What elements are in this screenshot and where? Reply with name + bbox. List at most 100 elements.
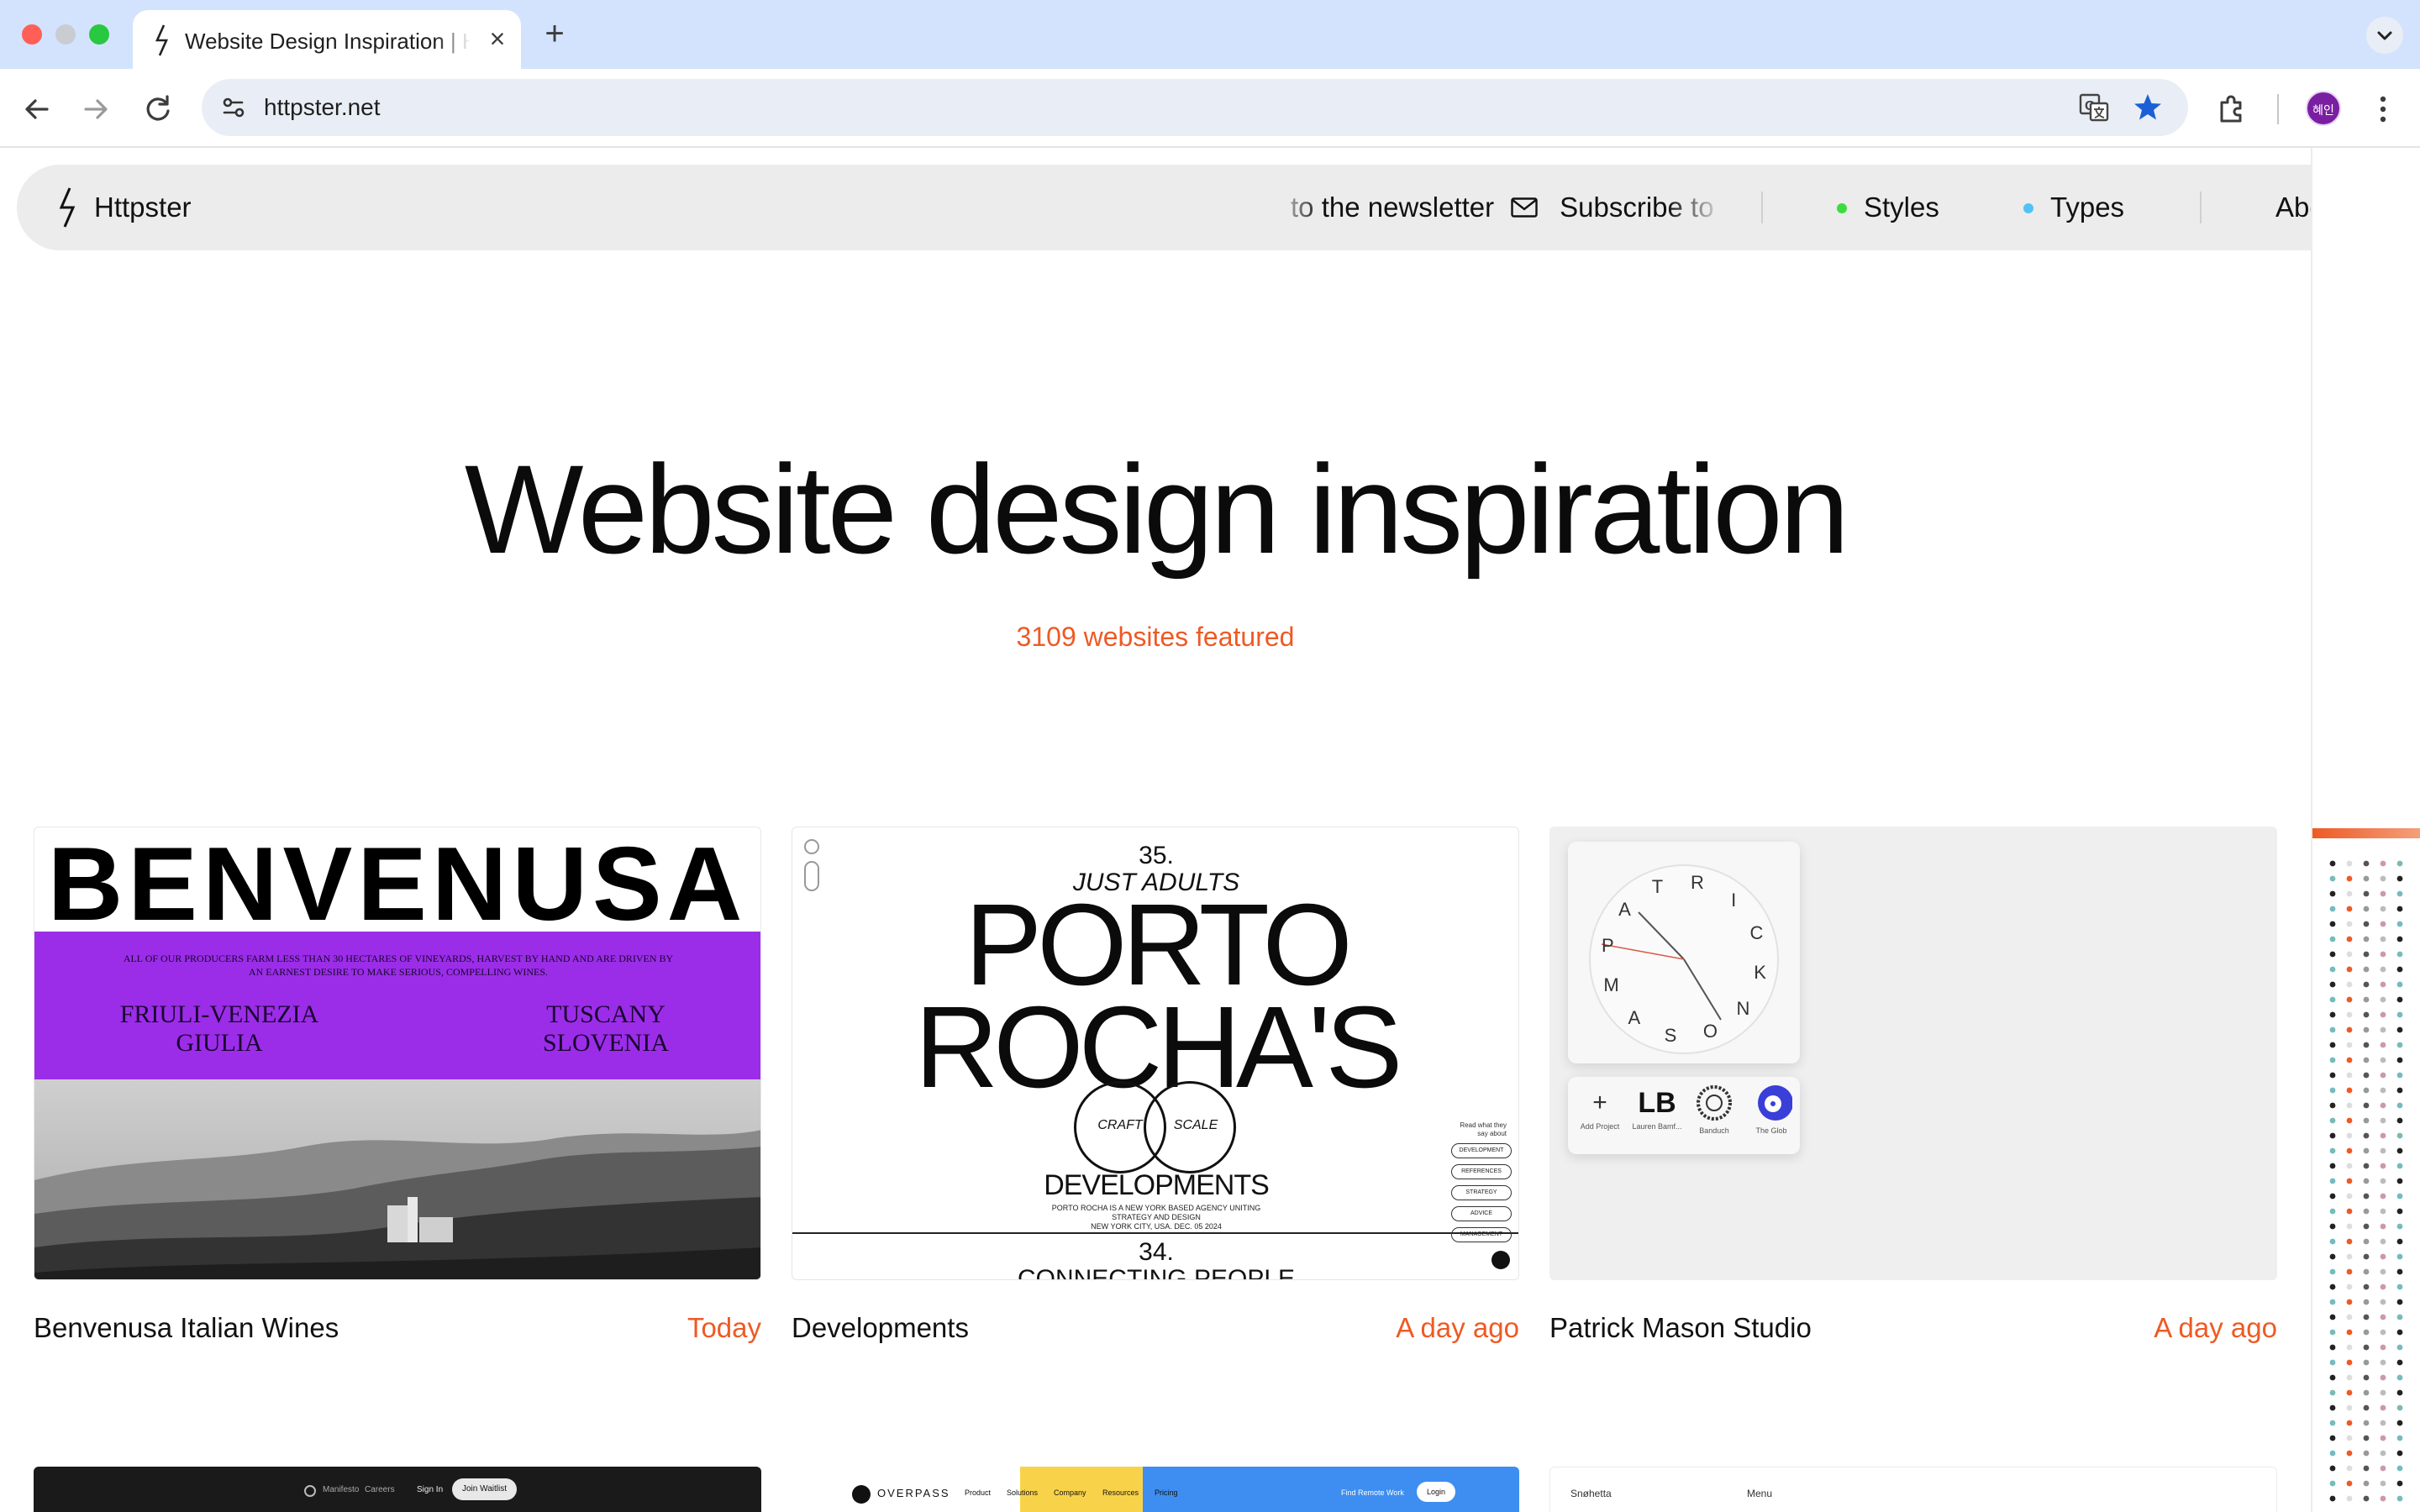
lightning-icon — [155, 24, 169, 56]
thumb-divider — [792, 1232, 1518, 1234]
site-card-title[interactable]: Developments — [792, 1312, 969, 1344]
grid-dot — [2363, 1314, 2370, 1320]
site-header: Httpster to the newsletter Subscribe to … — [17, 165, 2311, 250]
newsletter-ticker[interactable]: to the newsletter Subscribe to — [1272, 192, 1724, 225]
grid-dot — [2363, 1344, 2370, 1351]
grid-dot — [2363, 1495, 2370, 1502]
site-settings-icon[interactable] — [213, 87, 254, 128]
grid-dot — [2346, 1495, 2353, 1502]
grid-dot — [2363, 1480, 2370, 1487]
thumb-small-text: NEW YORK CITY, USA. DEC. 05 2024 — [1091, 1222, 1222, 1231]
grid-dot — [2329, 890, 2336, 897]
site-thumbnail[interactable]: RICKNOSAMPAT + Add Project LB Lauren Bam… — [1549, 827, 2277, 1280]
site-logo-text[interactable]: Httpster — [94, 192, 192, 223]
grid-dot — [2396, 1359, 2403, 1366]
grid-dot — [2380, 1344, 2386, 1351]
grid-dot — [2329, 936, 2336, 942]
grid-dot — [2363, 981, 2370, 988]
tile-label: Banduch — [1699, 1126, 1729, 1135]
nav-about[interactable]: About — [2275, 192, 2311, 223]
grid-dot — [2346, 1208, 2353, 1215]
grid-dot — [2396, 1223, 2403, 1230]
tab-title: Website Design Inspiration | Httpster — [185, 29, 471, 54]
more-menu-icon[interactable] — [2363, 89, 2403, 129]
tile-label: The Glob — [1755, 1126, 1787, 1135]
forward-arrow-icon[interactable] — [76, 89, 116, 129]
translate-icon[interactable]: G — [2077, 91, 2111, 124]
nav-styles[interactable]: Styles — [1864, 192, 1939, 223]
grid-dot — [2396, 921, 2403, 927]
thumb-login-pill: Login — [1417, 1482, 1456, 1502]
browser-tab-active[interactable]: Website Design Inspiration | Httpster × — [133, 10, 521, 69]
grid-dot — [2396, 1329, 2403, 1336]
grid-dot — [2329, 1223, 2336, 1230]
grid-dot — [2346, 1238, 2353, 1245]
clock-letter: A — [1628, 1007, 1641, 1029]
site-thumbnail[interactable]: BENVENUSA ALL OF OUR PRODUCERS FARM LESS… — [34, 827, 761, 1280]
grid-dot — [2363, 890, 2370, 897]
grid-dot — [2329, 1344, 2336, 1351]
close-tab-icon[interactable]: × — [481, 22, 514, 55]
profile-avatar[interactable]: 혜인 — [2306, 91, 2341, 126]
grid-dot — [2363, 921, 2370, 927]
site-card-date: A day ago — [1396, 1312, 1519, 1343]
thumb-nav-link: Pricing — [1155, 1488, 1178, 1497]
grid-dot — [2396, 1465, 2403, 1472]
grid-dot — [2329, 1026, 2336, 1033]
grid-dot — [2363, 1193, 2370, 1200]
grid-dot — [2363, 1435, 2370, 1441]
grid-dot — [2396, 1057, 2403, 1063]
clock-letter: O — [1702, 1021, 1718, 1042]
grid-dot — [2396, 1026, 2403, 1033]
grid-dot — [2380, 1042, 2386, 1048]
grid-dot — [2380, 1117, 2386, 1124]
grid-dot — [2329, 1404, 2336, 1411]
maximize-window-button[interactable] — [89, 24, 109, 45]
address-bar[interactable]: httpster.net G — [202, 79, 2188, 136]
grid-dot — [2346, 1087, 2353, 1094]
featured-count: 3109 websites featured — [1016, 622, 1295, 652]
site-card-thumbnail-partial[interactable]: Manifesto Careers Sign In Join Waitlist — [34, 1467, 761, 1512]
preview-accent-bar — [2312, 828, 2420, 838]
thumb-small-text: PORTO ROCHA IS A NEW YORK BASED AGENCY U… — [1051, 1204, 1261, 1212]
site-card-thumbnail-partial[interactable]: OVERPASS Product Solutions Company Resou… — [792, 1467, 1519, 1512]
grid-dot — [2329, 1389, 2336, 1396]
grid-dot — [2396, 1132, 2403, 1139]
grid-dot — [2363, 1072, 2370, 1079]
grid-dot — [2346, 1284, 2353, 1290]
grid-dot — [2329, 1450, 2336, 1457]
thumb-pill: ADVICE — [1451, 1206, 1512, 1221]
close-window-button[interactable] — [22, 24, 42, 45]
grid-dot — [2380, 1314, 2386, 1320]
grid-dot — [2329, 1268, 2336, 1275]
grid-dot — [2346, 1480, 2353, 1487]
tab-search-button[interactable] — [2366, 17, 2403, 54]
bookmark-star-icon[interactable] — [2131, 91, 2165, 124]
side-preview-strip[interactable] — [2311, 148, 2420, 1512]
reload-icon[interactable] — [138, 89, 178, 129]
grid-dot — [2396, 1117, 2403, 1124]
site-thumbnail[interactable]: 35. JUST ADULTS PORTO ROCHA'S CRAFT SCAL… — [792, 827, 1519, 1280]
grid-dot — [2346, 1057, 2353, 1063]
grid-dot — [2363, 1374, 2370, 1381]
grid-dot — [2396, 1087, 2403, 1094]
site-card-thumbnail-partial[interactable]: Snøhetta Menu — [1549, 1467, 2277, 1512]
grid-dot — [2380, 1465, 2386, 1472]
minimize-window-button[interactable] — [55, 24, 76, 45]
grid-dot — [2346, 966, 2353, 973]
grid-dot — [2363, 1389, 2370, 1396]
thumb-number: 34. — [1139, 1238, 1174, 1266]
nav-types[interactable]: Types — [2050, 192, 2124, 223]
grid-dot — [2363, 1147, 2370, 1154]
grid-dot — [2396, 1268, 2403, 1275]
url-text[interactable]: httpster.net — [264, 94, 381, 121]
extensions-puzzle-icon[interactable] — [2212, 89, 2252, 129]
overpass-logo-icon — [852, 1485, 871, 1504]
site-card-title[interactable]: Benvenusa Italian Wines — [34, 1312, 339, 1344]
back-arrow-icon[interactable] — [17, 89, 57, 129]
lightning-logo-icon[interactable] — [54, 186, 81, 228]
site-card-title[interactable]: Patrick Mason Studio — [1549, 1312, 1812, 1344]
grid-dot — [2396, 1011, 2403, 1018]
new-tab-button[interactable]: + — [538, 15, 571, 52]
grid-dot — [2346, 1450, 2353, 1457]
